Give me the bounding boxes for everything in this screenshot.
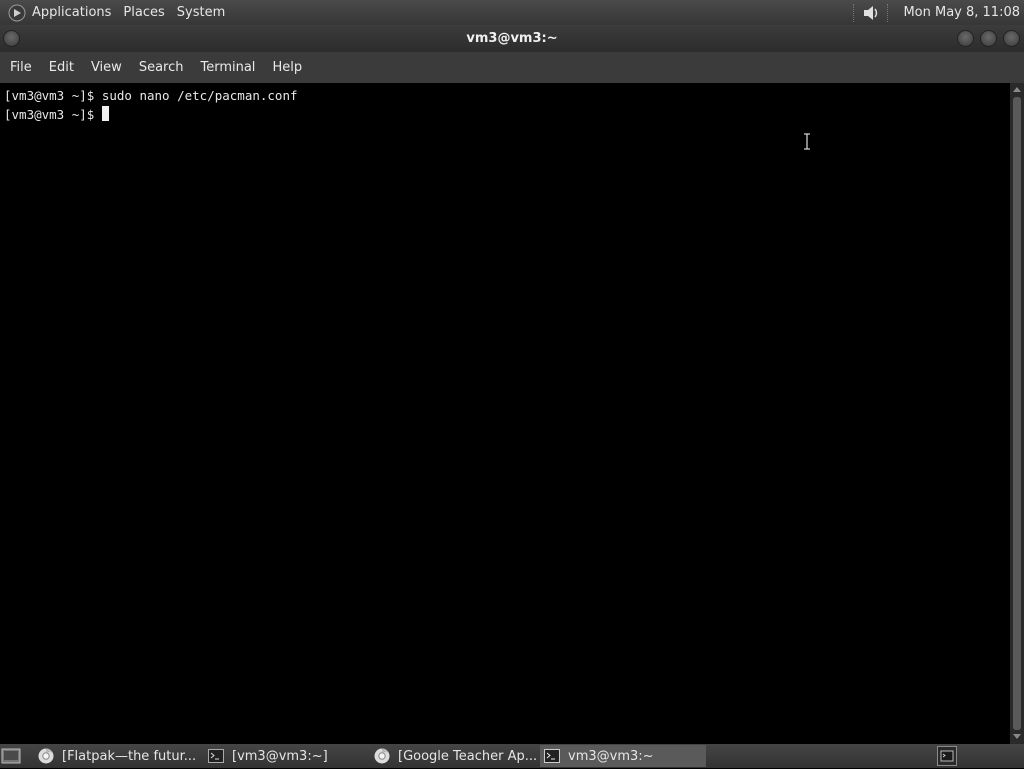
applications-menu[interactable]: Applications [0,0,117,25]
menu-file[interactable]: File [3,60,39,75]
menu-help[interactable]: Help [265,60,309,75]
menu-search[interactable]: Search [132,60,191,75]
taskbar-task-label: [Flatpak—the futur... [62,748,197,764]
workspace-window-icon [940,750,954,762]
maximize-button[interactable] [980,30,997,47]
clock[interactable]: Mon May 8, 11:08 [895,5,1024,20]
window-titlebar[interactable]: vm3@vm3:~ [0,25,1024,52]
chrome-icon [374,748,390,764]
menu-view[interactable]: View [84,60,129,75]
scrollbar-thumb[interactable] [1013,97,1021,730]
text-cursor [101,106,109,121]
volume-icon[interactable] [861,4,881,22]
panel-separator [853,3,855,22]
bottom-taskbar: [Flatpak—the futur... [vm3@vm3:~] [Googl… [0,744,1024,768]
top-panel: Applications Places System Mon May 8, 11… [0,0,1024,25]
terminal-line-text: [vm3@vm3 ~]$ sudo nano /etc/pacman.conf [4,88,298,103]
terminal-area[interactable]: [vm3@vm3 ~]$ sudo nano /etc/pacman.conf … [0,83,1010,744]
minimize-button[interactable] [957,30,974,47]
taskbar-task-label: [Google Teacher Ap... [398,748,536,764]
taskbar-task[interactable]: [Google Teacher Ap... [370,745,536,767]
gnome-foot-icon [8,4,26,21]
applications-menu-label: Applications [32,5,112,20]
terminal-prompt-line: [vm3@vm3 ~]$ [4,105,1010,124]
window-title: vm3@vm3:~ [466,31,558,46]
panel-tray: Mon May 8, 11:08 [847,0,1024,25]
taskbar-task-active[interactable]: vm3@vm3:~ [540,745,706,767]
system-menu-label: System [176,5,226,20]
menubar: File Edit View Search Terminal Help [0,52,1024,83]
menu-terminal[interactable]: Terminal [193,60,262,75]
places-menu-label: Places [123,5,165,20]
show-desktop-icon[interactable] [1,747,21,765]
menu-edit[interactable]: Edit [42,60,81,75]
terminal-line-text: [vm3@vm3 ~]$ [4,107,102,122]
taskbar-task-label: vm3@vm3:~ [568,748,654,764]
terminal-icon [544,749,560,763]
workspace-switcher[interactable] [937,746,957,766]
terminal-icon [208,749,224,763]
terminal-scrollbar[interactable] [1010,83,1024,744]
chrome-icon [38,748,54,764]
panel-separator [887,3,889,22]
window-menu-button[interactable] [3,30,20,47]
taskbar-task[interactable]: [Flatpak—the futur... [34,745,200,767]
places-menu[interactable]: Places [117,0,170,25]
close-button[interactable] [1003,30,1020,47]
scroll-up-icon[interactable] [1013,87,1021,92]
ibeam-cursor-icon [804,133,810,150]
terminal-line: [vm3@vm3 ~]$ sudo nano /etc/pacman.conf [4,86,1010,105]
taskbar-task-label: [vm3@vm3:~] [232,748,328,764]
scroll-down-icon[interactable] [1013,734,1021,739]
taskbar-task[interactable]: [vm3@vm3:~] [204,745,366,767]
system-menu[interactable]: System [171,0,231,25]
